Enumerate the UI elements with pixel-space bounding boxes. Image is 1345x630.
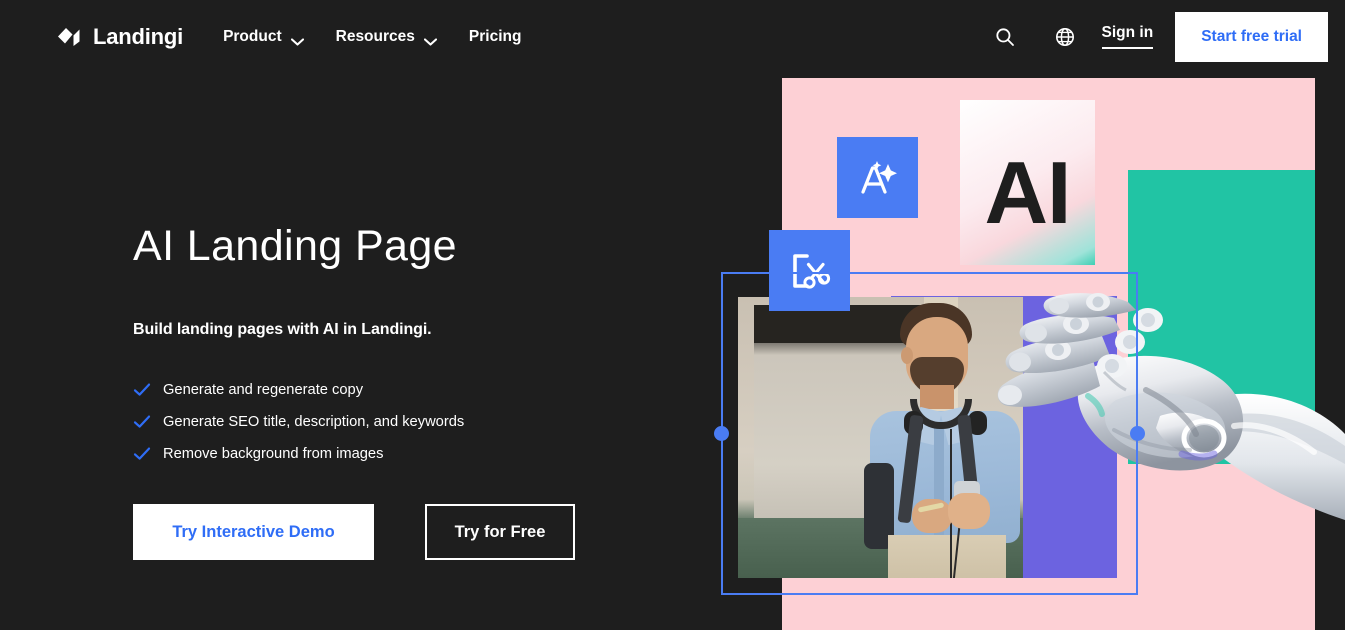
nav-item-product[interactable]: Product <box>207 20 320 54</box>
check-icon <box>133 413 151 431</box>
feature-list: Generate and regenerate copy Generate SE… <box>133 374 693 470</box>
check-icon <box>133 445 151 463</box>
start-free-trial-button[interactable]: Start free trial <box>1175 11 1328 62</box>
top-navigation-bar: Landingi Product Resources Pricing Sign … <box>0 0 1345 73</box>
list-item-label: Generate SEO title, description, and key… <box>163 414 465 431</box>
hero-artwork: AI <box>700 70 1345 630</box>
hero-subtitle: Build landing pages with AI in Landingi. <box>133 321 432 339</box>
hero-copy-block: AI Landing Page Build landing pages with… <box>133 222 693 561</box>
nav-links: Product Resources Pricing <box>207 20 537 54</box>
check-icon <box>133 381 151 399</box>
chevron-down-icon <box>290 33 304 46</box>
nav-item-pricing[interactable]: Pricing <box>453 20 538 54</box>
list-item-label: Remove background from images <box>163 446 384 463</box>
list-item: Generate SEO title, description, and key… <box>133 406 693 438</box>
nav-left-group: Landingi Product Resources Pricing <box>0 20 537 54</box>
resize-handle-right[interactable] <box>1130 426 1145 441</box>
nav-item-resources-label: Resources <box>335 27 415 45</box>
list-item: Remove background from images <box>133 438 693 470</box>
diamond-logo-icon <box>56 26 82 48</box>
resize-handle-left[interactable] <box>714 426 729 441</box>
globe-icon[interactable] <box>1046 18 1084 56</box>
list-item-label: Generate and regenerate copy <box>163 382 364 399</box>
brand-logo[interactable]: Landingi <box>56 24 183 50</box>
image-selection-frame[interactable] <box>721 272 1138 595</box>
ai-text-magic-icon[interactable] <box>837 137 918 218</box>
cta-row: Try Interactive Demo Try for Free <box>133 504 693 561</box>
nav-item-product-label: Product <box>223 27 282 45</box>
landing-page: Landingi Product Resources Pricing Sign … <box>0 0 1345 630</box>
nav-item-pricing-label: Pricing <box>468 27 522 45</box>
try-for-free-button[interactable]: Try for Free <box>425 504 575 561</box>
page-title: AI Landing Page <box>133 222 457 270</box>
try-interactive-demo-button[interactable]: Try Interactive Demo <box>133 504 374 561</box>
search-icon[interactable] <box>986 18 1024 56</box>
chevron-down-icon <box>423 33 437 46</box>
brand-name: Landingi <box>93 23 184 49</box>
sign-in-link[interactable]: Sign in <box>1101 24 1154 49</box>
nav-item-resources[interactable]: Resources <box>320 20 453 54</box>
list-item: Generate and regenerate copy <box>133 374 693 406</box>
nav-right-group: Sign in Start free trial <box>986 0 1345 73</box>
